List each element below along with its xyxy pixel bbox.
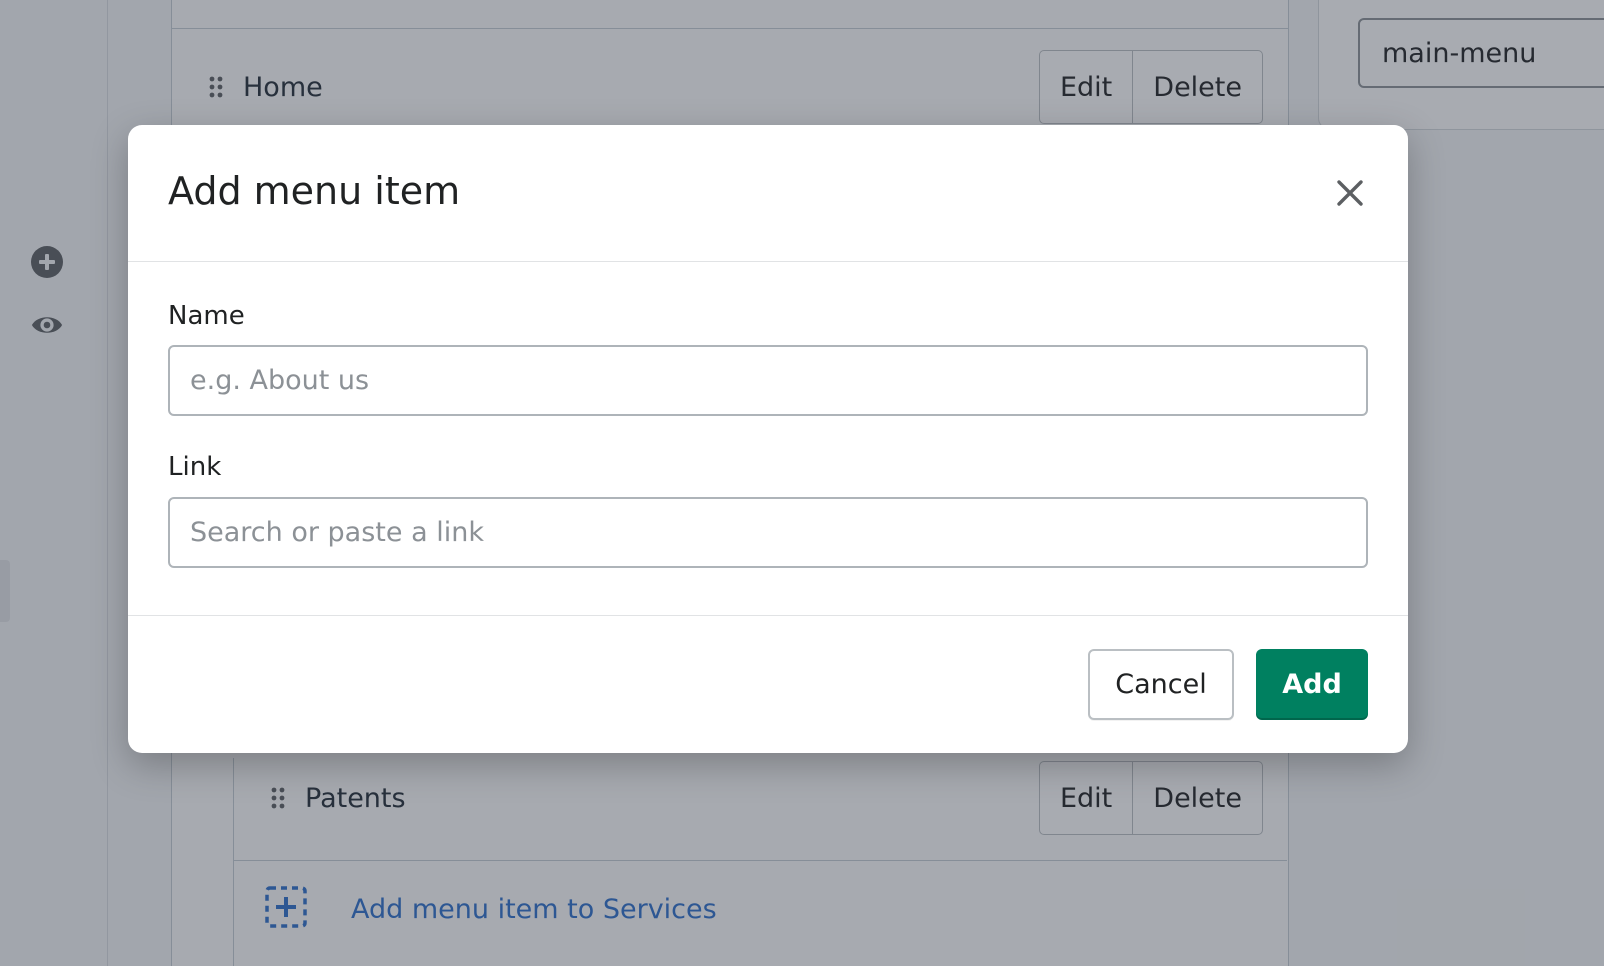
link-label: Link — [168, 452, 222, 482]
add-menu-item-modal: Add menu item Name Link Cancel Add — [128, 125, 1408, 753]
close-button[interactable] — [1326, 171, 1374, 219]
name-input[interactable] — [168, 345, 1368, 416]
cancel-button[interactable]: Cancel — [1088, 649, 1234, 720]
modal-footer: Cancel Add — [128, 615, 1408, 753]
link-input[interactable] — [168, 497, 1368, 568]
close-icon[interactable] — [1335, 178, 1365, 212]
modal-title: Add menu item — [168, 169, 461, 213]
add-button[interactable]: Add — [1256, 649, 1368, 720]
name-label: Name — [168, 301, 245, 331]
modal-header: Add menu item — [128, 125, 1408, 262]
